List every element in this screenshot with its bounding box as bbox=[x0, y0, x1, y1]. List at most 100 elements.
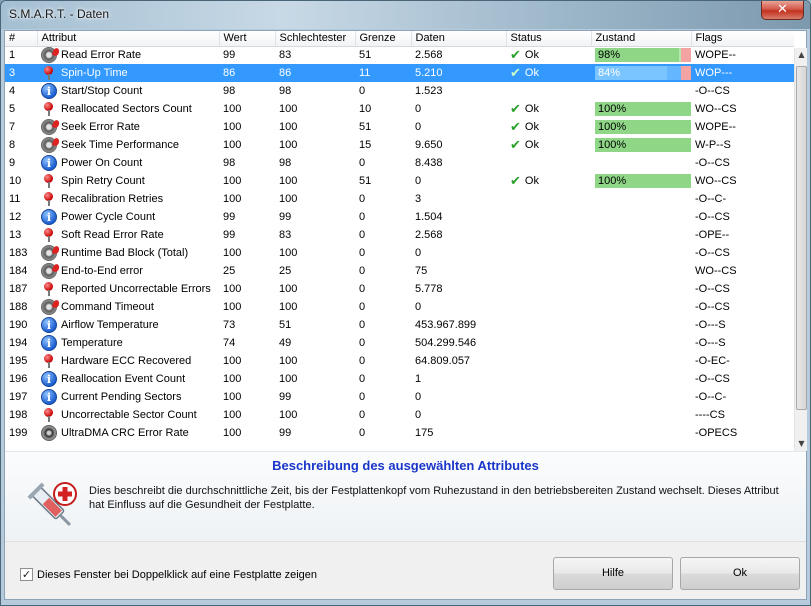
cell-id: 3 bbox=[5, 64, 37, 82]
pin-icon bbox=[41, 191, 57, 207]
table-row[interactable]: 194 i Temperature 74 49 0 504.299.546 -O---S bbox=[5, 334, 794, 352]
cell-status bbox=[506, 280, 591, 298]
table-row[interactable]: 198 Uncorrectable Sector Count 100 100 0 0 ---… bbox=[5, 406, 794, 424]
info-icon: i bbox=[41, 335, 57, 351]
cell-threshold: 0 bbox=[359, 265, 366, 277]
cell-threshold: 0 bbox=[359, 409, 366, 421]
condition-bar: 100% bbox=[595, 174, 691, 188]
cell-condition bbox=[591, 82, 691, 100]
table-row[interactable]: 12 i Power Cycle Count 99 99 0 1.504 -O--CS bbox=[5, 208, 794, 226]
table-row[interactable]: 197 i Current Pending Sectors 100 99 0 0 -O--C- bbox=[5, 388, 794, 406]
cell-condition bbox=[591, 208, 691, 226]
cell-value: 100 bbox=[223, 247, 242, 259]
cell-raw-data: 175 bbox=[415, 427, 434, 439]
cell-threshold: 0 bbox=[359, 391, 366, 403]
cell-worst: 98 bbox=[279, 157, 292, 169]
cell-condition bbox=[591, 154, 691, 172]
col-header-raw-data[interactable]: Daten bbox=[411, 31, 507, 47]
cell-threshold: 0 bbox=[359, 157, 366, 169]
vertical-scrollbar[interactable]: ▲ ▼ bbox=[794, 48, 807, 451]
cell-raw-data: 0 bbox=[415, 103, 422, 115]
cell-condition bbox=[591, 334, 691, 352]
scroll-down-arrow-icon[interactable]: ▼ bbox=[795, 437, 808, 451]
footer-bar: ✓ Dieses Fenster bei Doppelklick auf ein… bbox=[5, 541, 806, 599]
col-header-worst[interactable]: Schlechtester bbox=[275, 31, 356, 47]
col-header-condition[interactable]: Zustand bbox=[591, 31, 692, 47]
gear-icon bbox=[41, 245, 57, 261]
cell-value: 99 bbox=[223, 229, 236, 241]
table-row[interactable]: 199 UltraDMA CRC Error Rate 100 99 0 175 -OPEC… bbox=[5, 424, 794, 442]
table-row[interactable]: 190 i Airflow Temperature 73 51 0 453.967.899 -… bbox=[5, 316, 794, 334]
table-row[interactable]: 5 Reallocated Sectors Count 100 100 10 0 ✔ Ok 10… bbox=[5, 100, 794, 118]
cell-worst: 100 bbox=[279, 103, 298, 115]
table-row[interactable]: 13 Soft Read Error Rate 99 83 0 2.568 -OPE-- bbox=[5, 226, 794, 244]
close-button[interactable]: ✕ bbox=[761, 1, 804, 20]
scrollbar-thumb[interactable] bbox=[796, 66, 807, 410]
check-icon: ✔ bbox=[510, 47, 521, 63]
title-bar[interactable]: S.M.A.R.T. - Daten ✕ bbox=[1, 1, 810, 29]
cell-flags: -OPE-- bbox=[695, 229, 730, 241]
table-row[interactable]: 11 Recalibration Retries 100 100 0 3 -O--C- bbox=[5, 190, 794, 208]
table-row[interactable]: 195 Hardware ECC Recovered 100 100 0 64.809.0… bbox=[5, 352, 794, 370]
cell-status bbox=[506, 208, 591, 226]
table-row[interactable]: 4 i Start/Stop Count 98 98 0 1.523 -O--CS bbox=[5, 82, 794, 100]
cell-condition bbox=[591, 298, 691, 316]
check-icon: ✔ bbox=[510, 101, 521, 117]
table-row[interactable]: 8 Seek Time Performance 100 100 15 9.650 ✔ Ok 10… bbox=[5, 136, 794, 154]
table-row[interactable]: 196 i Reallocation Event Count 100 100 0 1 -O--… bbox=[5, 370, 794, 388]
attribute-name: Airflow Temperature bbox=[61, 319, 159, 331]
cell-attribute: i Start/Stop Count bbox=[37, 82, 219, 100]
description-text: Dies beschreibt die durchschnittliche Ze… bbox=[89, 485, 779, 511]
cell-flags: WO--CS bbox=[695, 175, 737, 187]
cell-flags: -O--CS bbox=[695, 301, 730, 313]
checkbox-label: Dieses Fenster bei Doppelklick auf eine … bbox=[37, 568, 318, 581]
table-row[interactable]: 184 End-to-End error 25 25 0 75 WO--CS bbox=[5, 262, 794, 280]
cell-condition bbox=[591, 262, 691, 280]
col-header-status[interactable]: Status bbox=[506, 31, 592, 47]
cell-worst: 100 bbox=[279, 283, 298, 295]
attribute-name: Seek Error Rate bbox=[61, 121, 140, 133]
gear-icon bbox=[41, 47, 57, 64]
col-header-attribute[interactable]: Attribut bbox=[37, 31, 220, 47]
cell-value: 73 bbox=[223, 319, 236, 331]
cell-value: 100 bbox=[223, 103, 242, 115]
show-on-doubleclick-option[interactable]: ✓ Dieses Fenster bei Doppelklick auf ein… bbox=[20, 568, 317, 581]
table-row[interactable]: 10 Spin Retry Count 100 100 51 0 ✔ Ok 100% WO--CS bbox=[5, 172, 794, 190]
condition-label: 84% bbox=[598, 67, 621, 79]
cell-attribute: Runtime Bad Block (Total) bbox=[37, 244, 219, 262]
ok-button[interactable]: Ok bbox=[680, 557, 800, 590]
col-header-number[interactable]: # bbox=[5, 31, 38, 47]
cell-attribute: Seek Error Rate bbox=[37, 118, 219, 136]
cell-condition: 100% bbox=[591, 136, 691, 154]
col-header-flags[interactable]: Flags bbox=[691, 31, 794, 47]
cell-worst: 100 bbox=[279, 175, 298, 187]
cell-worst: 51 bbox=[279, 319, 292, 331]
cell-value: 100 bbox=[223, 175, 242, 187]
cell-status bbox=[506, 154, 591, 172]
col-header-value[interactable]: Wert bbox=[219, 31, 276, 47]
attribute-name: Start/Stop Count bbox=[61, 85, 143, 97]
cell-worst: 83 bbox=[279, 229, 292, 241]
cell-attribute: i Power Cycle Count bbox=[37, 208, 219, 226]
gear-icon bbox=[41, 299, 57, 315]
cell-attribute: i Airflow Temperature bbox=[37, 316, 219, 334]
cell-attribute: Command Timeout bbox=[37, 298, 219, 316]
cell-threshold: 51 bbox=[359, 175, 372, 187]
cell-id: 9 bbox=[9, 157, 16, 169]
cell-worst: 99 bbox=[279, 427, 292, 439]
table-row[interactable]: 7 Seek Error Rate 100 100 51 0 ✔ Ok 100% WOPE-- bbox=[5, 118, 794, 136]
scroll-up-arrow-icon[interactable]: ▲ bbox=[795, 48, 808, 62]
table-row[interactable]: 9 i Power On Count 98 98 0 8.438 -O--CS bbox=[5, 154, 794, 172]
help-button[interactable]: Hilfe bbox=[553, 557, 673, 590]
table-row[interactable]: 187 Reported Uncorrectable Errors 100 100 0 5… bbox=[5, 280, 794, 298]
cell-flags: WOP--- bbox=[691, 64, 794, 82]
show-on-doubleclick-checkbox[interactable]: ✓ bbox=[20, 568, 33, 581]
col-header-threshold[interactable]: Grenze bbox=[355, 31, 412, 47]
table-row[interactable]: 188 Command Timeout 100 100 0 0 -O--CS bbox=[5, 298, 794, 316]
info-icon: i bbox=[41, 371, 57, 387]
table-row[interactable]: 1 Read Error Rate 99 83 51 2.568 ✔ Ok 98% WOPE-- bbox=[5, 46, 794, 64]
table-row[interactable]: 3 Spin-Up Time 86 86 11 5.210 ✔ Ok 84% WOP--- bbox=[5, 64, 794, 82]
cell-id: 5 bbox=[9, 103, 16, 115]
cell-worst: 100 bbox=[279, 139, 298, 151]
table-row[interactable]: 183 Runtime Bad Block (Total) 100 100 0 0 -O--… bbox=[5, 244, 794, 262]
